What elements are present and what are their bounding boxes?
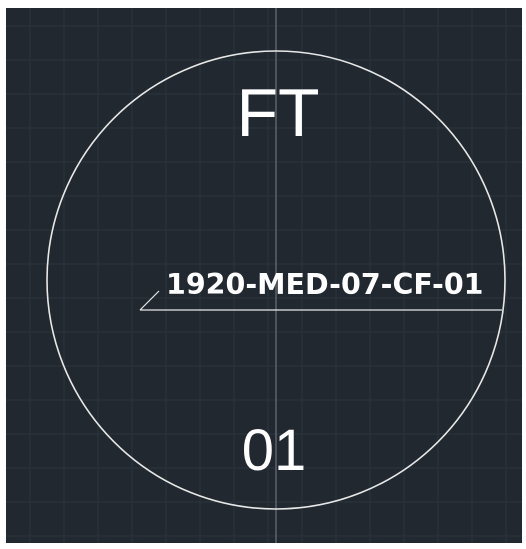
- equipment-tag-label[interactable]: 1920-MED-07-CF-01: [166, 268, 483, 301]
- balloon-top-text[interactable]: FT: [236, 75, 319, 151]
- leader-diagonal-line: [139, 290, 160, 311]
- cad-viewport[interactable]: FT 01 1920-MED-07-CF-01: [6, 8, 522, 543]
- drawing-canvas[interactable]: FT 01 1920-MED-07-CF-01: [6, 8, 522, 543]
- balloon-bottom-text[interactable]: 01: [242, 418, 307, 483]
